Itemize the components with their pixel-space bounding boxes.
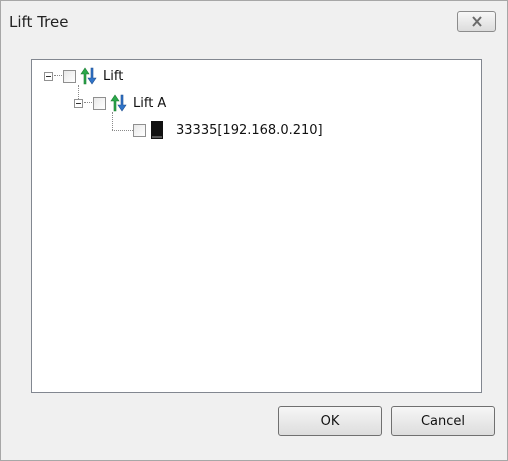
- lift-group-icon: [80, 67, 97, 85]
- lift-tree-view[interactable]: Lift Lift A 33335[192.168.0.210]: [31, 59, 482, 393]
- lift-tree-dialog: Lift Tree Lift Lift A 33335[192.168.0.21…: [0, 0, 508, 461]
- device-checkbox[interactable]: [133, 123, 146, 137]
- cancel-button[interactable]: Cancel: [391, 406, 495, 436]
- device-icon: [151, 121, 163, 139]
- close-button[interactable]: [457, 11, 496, 32]
- tree-node-lift-a[interactable]: Lift A: [74, 93, 166, 113]
- dialog-title: Lift Tree: [9, 13, 69, 31]
- lift-checkbox[interactable]: [63, 69, 76, 83]
- tree-connector: [54, 75, 62, 77]
- lift-a-checkbox[interactable]: [93, 96, 106, 110]
- tree-connector: [112, 130, 133, 131]
- tree-node-label: 33335[192.168.0.210]: [176, 122, 323, 138]
- tree-connector: [112, 112, 113, 130]
- ok-button[interactable]: OK: [278, 406, 382, 436]
- tree-node-lift[interactable]: Lift: [44, 66, 123, 86]
- title-bar: Lift Tree: [1, 1, 507, 41]
- tree-node-label: Lift: [103, 68, 124, 84]
- collapse-toggle[interactable]: [74, 98, 83, 108]
- collapse-toggle[interactable]: [44, 71, 53, 81]
- tree-node-device[interactable]: 33335[192.168.0.210]: [133, 120, 323, 140]
- lift-group-icon: [110, 94, 127, 112]
- close-icon: [471, 16, 482, 27]
- tree-connector: [84, 102, 92, 104]
- tree-node-label: Lift A: [133, 95, 167, 111]
